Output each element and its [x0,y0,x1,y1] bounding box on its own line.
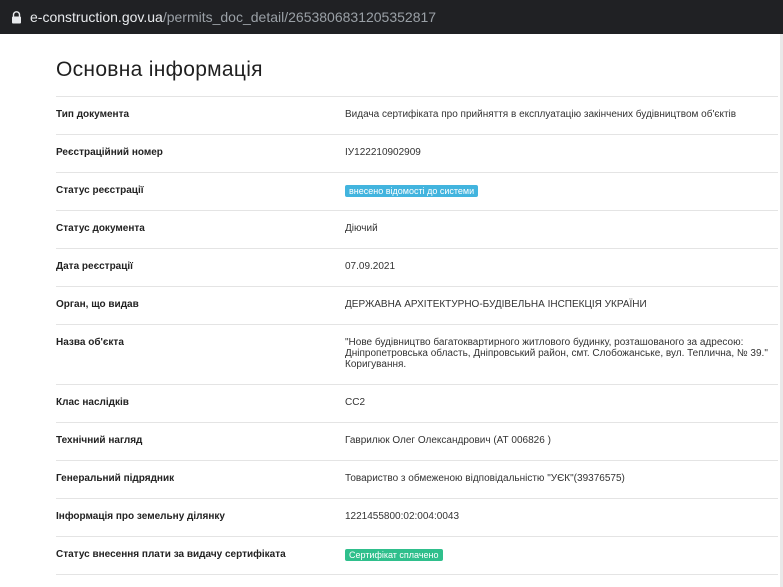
row-registration-status: Статус реєстрації внесено відомості до с… [56,173,778,211]
field-value: Товариство з обмеженою відповідальністю … [345,473,625,484]
field-label: Технічний нагляд [56,435,143,446]
url-path[interactable]: /permits_doc_detail/2653806831205352817 [163,9,436,25]
field-value: 07.09.2021 [345,261,396,272]
address-bar[interactable]: e-construction.gov.ua/permits_doc_detail… [0,0,783,34]
page-title: Основна інформація [56,58,263,81]
row-document-type: Тип документа Видача сертифіката про при… [56,97,778,135]
row-registration-number: Реєстраційний номер ІУ122210902909 [56,135,778,173]
row-registration-date: Дата реєстрації 07.09.2021 [56,249,778,287]
row-technical-supervision: Технічний нагляд Гаврилюк Олег Олександр… [56,423,778,461]
field-value: 1221455800:02:004:0043 [345,511,460,522]
field-label: Назва об'єкта [56,337,124,348]
field-label: Тип документа [56,109,130,120]
field-value: Гаврилюк Олег Олександрович (АТ 006826 ) [345,435,551,446]
field-label: Статус внесення плати за видачу сертифік… [56,549,286,560]
field-label: Реєстраційний номер [56,147,163,158]
row-general-contractor: Генеральний підрядник Товариство з обмеж… [56,461,778,499]
field-label: Клас наслідків [56,397,129,408]
field-value: Діючий [345,223,378,234]
field-label: Статус документа [56,223,145,234]
lock-icon[interactable] [8,8,24,26]
row-object-name: Назва об'єкта "Нове будівництво багатокв… [56,325,778,385]
main-content: Основна інформація Тип документа Видача … [0,56,783,575]
info-table: Тип документа Видача сертифіката про при… [56,96,778,575]
field-value: СС2 [345,397,366,408]
field-value: ДЕРЖАВНА АРХІТЕКТУРНО-БУДІВЕЛЬНА ІНСПЕКЦ… [345,299,647,310]
field-value: ІУ122210902909 [345,147,421,158]
field-value: Сертифікат сплачено [345,537,778,561]
field-label: Інформація про земельну ділянку [56,511,225,522]
row-document-status: Статус документа Діючий [56,211,778,249]
payment-badge: Сертифікат сплачено [345,549,443,561]
field-label: Орган, що видав [56,299,139,310]
field-label: Статус реєстрації [56,185,144,196]
row-consequence-class: Клас наслідків СС2 [56,385,778,423]
field-value: "Нове будівництво багатоквартирного житл… [345,337,768,370]
field-label: Дата реєстрації [56,261,133,272]
row-land-plot: Інформація про земельну ділянку 12214558… [56,499,778,537]
field-label: Генеральний підрядник [56,473,175,484]
field-value: внесено відомості до системи [345,173,778,197]
row-issuing-authority: Орган, що видав ДЕРЖАВНА АРХІТЕКТУРНО-БУ… [56,287,778,325]
row-payment-status: Статус внесення плати за видачу сертифік… [56,537,778,575]
url-host[interactable]: e-construction.gov.ua [30,9,163,25]
status-badge: внесено відомості до системи [345,185,479,197]
field-value: Видача сертифіката про прийняття в експл… [345,109,737,120]
